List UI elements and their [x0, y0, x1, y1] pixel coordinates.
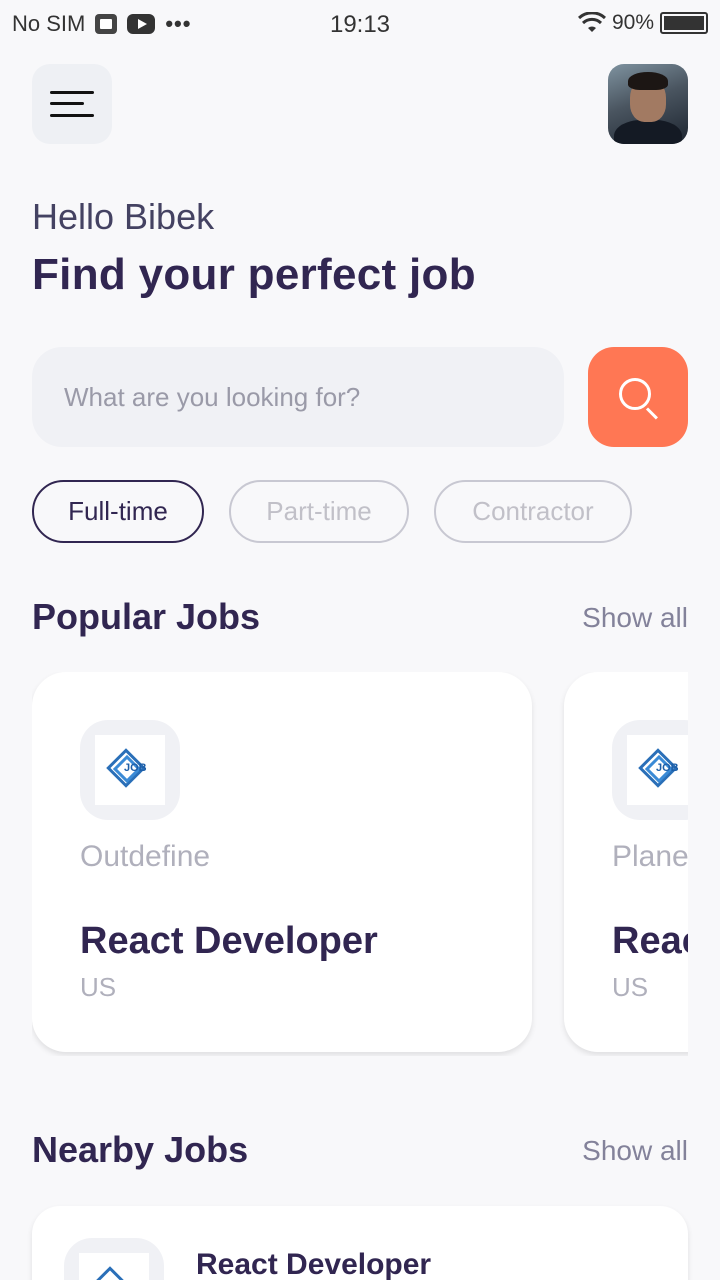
battery-icon [660, 12, 708, 34]
popular-jobs-title: Popular Jobs [32, 596, 261, 637]
nearby-show-all-link[interactable]: Show all [582, 1135, 688, 1167]
menu-icon [50, 91, 94, 94]
job-title: Reac [612, 920, 688, 962]
tab-part-time[interactable]: Part-time [229, 480, 409, 543]
logo-diamond-shape [90, 1266, 130, 1280]
company-logo [64, 1238, 164, 1280]
popular-job-card[interactable]: JOB Outdefine React Developer US [32, 672, 532, 1052]
company-logo-inner [79, 1253, 149, 1280]
menu-icon-line [50, 114, 94, 117]
page-title: Find your perfect job [32, 250, 476, 299]
status-bar: No SIM ••• 19:13 90% [0, 0, 720, 50]
logo-text: JOB [124, 762, 147, 774]
logo-text: JOB [656, 762, 679, 774]
job-location: US [80, 972, 117, 1002]
job-location: US [612, 972, 649, 1002]
popular-show-all-link[interactable]: Show all [582, 602, 688, 634]
menu-button[interactable] [32, 64, 112, 144]
company-logo: JOB [612, 720, 688, 820]
avatar-hair [628, 72, 668, 90]
greeting-text: Hello Bibek [32, 196, 215, 237]
search-icon [619, 378, 651, 410]
company-logo-inner: JOB [627, 735, 688, 805]
tab-contractor[interactable]: Contractor [434, 480, 632, 543]
company-logo-inner: JOB [95, 735, 165, 805]
search-input[interactable] [64, 347, 544, 447]
wifi-icon [577, 12, 606, 32]
company-logo: JOB [80, 720, 180, 820]
search-icon-handle [645, 407, 658, 420]
popular-jobs-carousel[interactable]: JOB Outdefine React Developer US JOB Pla… [32, 672, 688, 1056]
job-title: React Developer [196, 1248, 432, 1280]
nearby-jobs-title: Nearby Jobs [32, 1129, 249, 1170]
popular-job-card[interactable]: JOB Plane Reac US [564, 672, 688, 1052]
menu-icon-line [50, 102, 84, 105]
company-name: Outdefine [80, 840, 211, 873]
job-title: React Developer [80, 920, 378, 962]
profile-avatar[interactable] [608, 64, 688, 144]
status-right: 90% [577, 11, 708, 35]
nearby-job-card[interactable]: React Developer [32, 1206, 688, 1280]
avatar-body [614, 120, 682, 144]
search-box [32, 347, 564, 447]
search-button[interactable] [588, 347, 688, 447]
tab-full-time[interactable]: Full-time [32, 480, 204, 543]
company-name: Plane [612, 840, 688, 873]
battery-percent: 90% [611, 11, 654, 34]
